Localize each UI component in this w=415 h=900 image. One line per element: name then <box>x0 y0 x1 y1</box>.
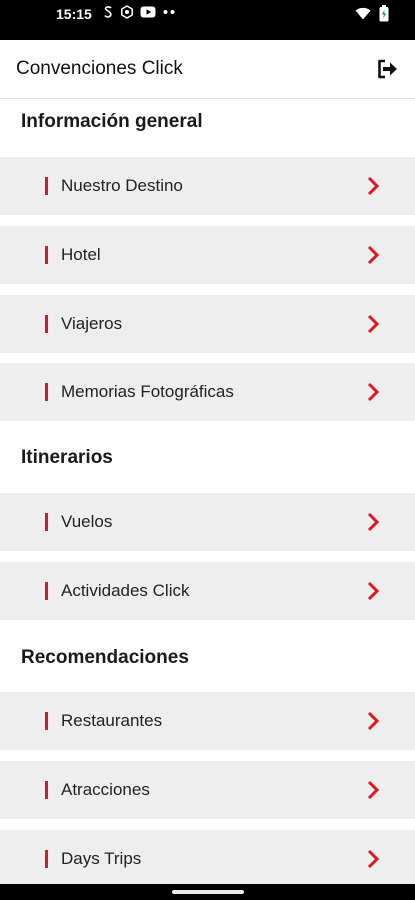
menu-item-vuelos[interactable]: Vuelos <box>0 493 415 551</box>
s-notification-icon <box>104 6 112 18</box>
status-bar: 15:15 <box>0 0 415 40</box>
section-title-recomendaciones: Recomendaciones <box>21 647 189 668</box>
chevron-right-icon <box>367 581 379 601</box>
navigation-bar <box>0 884 415 900</box>
menu-item-label: Nuestro Destino <box>61 176 183 195</box>
menu-item-label: Atracciones <box>61 780 150 799</box>
battery-icon <box>379 5 389 22</box>
accent-bar <box>45 781 48 799</box>
menu-item-memorias-fotograficas[interactable]: Memorias Fotográficas <box>0 363 415 421</box>
menu-item-label: Hotel <box>61 245 101 264</box>
menu-item-label: Restaurantes <box>61 711 163 730</box>
status-system-icons <box>355 5 389 22</box>
menu-item-viajeros[interactable]: Viajeros <box>0 295 415 353</box>
accent-bar <box>45 850 48 868</box>
accent-bar <box>45 383 48 401</box>
menu-item-restaurantes[interactable]: Restaurantes <box>0 692 415 750</box>
menu-item-label: Viajeros <box>61 314 123 333</box>
status-notification-icons <box>102 5 176 19</box>
status-time: 15:15 <box>56 6 92 22</box>
more-dots-icon <box>163 10 175 14</box>
menu-item-label: Memorias Fotográficas <box>61 382 234 401</box>
logout-icon <box>378 59 397 79</box>
menu-item-hotel[interactable]: Hotel <box>0 226 415 284</box>
youtube-icon <box>140 6 156 18</box>
menu-item-nuestro-destino[interactable]: Nuestro Destino <box>0 157 415 215</box>
app-title: Convenciones Click <box>16 58 183 79</box>
chevron-right-icon <box>367 314 379 334</box>
chevron-right-icon <box>367 780 379 800</box>
accent-bar <box>45 177 48 195</box>
chevron-right-icon <box>367 382 379 402</box>
accent-bar <box>45 712 48 730</box>
accent-bar <box>45 315 48 333</box>
chevron-right-icon <box>367 512 379 532</box>
logout-button[interactable] <box>375 57 399 81</box>
menu-item-actividades-click[interactable]: Actividades Click <box>0 562 415 620</box>
chevron-right-icon <box>367 245 379 265</box>
chevron-right-icon <box>367 711 379 731</box>
accent-bar <box>45 582 48 600</box>
menu-item-days-trips[interactable]: Days Trips <box>0 830 415 888</box>
section-title-itinerarios: Itinerarios <box>21 447 113 468</box>
section-title-informacion-general: Información general <box>21 111 203 132</box>
menu-item-label: Actividades Click <box>61 581 190 600</box>
menu-item-atracciones[interactable]: Atracciones <box>0 761 415 819</box>
chevron-right-icon <box>367 849 379 869</box>
wifi-icon <box>355 7 371 20</box>
menu-item-label: Days Trips <box>61 849 142 868</box>
settings-notification-icon <box>121 5 133 19</box>
accent-bar <box>45 246 48 264</box>
home-gesture-handle[interactable] <box>172 890 244 894</box>
menu-item-label: Vuelos <box>61 512 113 531</box>
app-bar: Convenciones Click <box>0 40 415 99</box>
accent-bar <box>45 513 48 531</box>
chevron-right-icon <box>367 176 379 196</box>
